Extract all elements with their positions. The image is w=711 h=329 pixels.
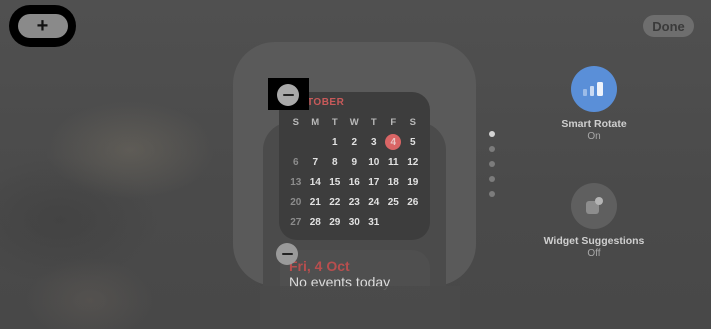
up-next-date: Fri, 4 Oct (289, 258, 350, 274)
calendar-day: 20 (290, 196, 302, 208)
weekday-label: T (331, 116, 338, 128)
stack-rotate-icon (571, 66, 617, 112)
calendar-day: 26 (407, 196, 419, 208)
calendar-day: 24 (368, 196, 380, 208)
calendar-day: 30 (348, 216, 360, 228)
calendar-day (306, 132, 326, 152)
calendar-day (384, 212, 404, 232)
done-button[interactable]: Done (643, 15, 694, 37)
calendar-day: 17 (368, 176, 380, 188)
remove-up-next-widget-button[interactable] (276, 243, 298, 265)
calendar-day: 5 (409, 136, 416, 148)
page-dots[interactable] (489, 131, 495, 206)
calendar-day: 19 (407, 176, 419, 188)
minus-icon (282, 94, 294, 96)
weekday-label: T (370, 116, 377, 128)
widget-suggestions-icon (571, 183, 617, 229)
calendar-day: 12 (407, 156, 419, 168)
widget-suggestions-option[interactable]: Widget Suggestions Off (534, 183, 654, 259)
weekday-label: S (409, 116, 416, 128)
plus-icon: + (17, 14, 68, 38)
calendar-day: 15 (329, 176, 341, 188)
weekday-label: S (292, 116, 299, 128)
calendar-day: 27 (290, 216, 302, 228)
calendar-day: 7 (312, 156, 319, 168)
calendar-day-today: 4 (384, 132, 404, 152)
calendar-day: 6 (292, 156, 299, 168)
calendar-day (286, 132, 306, 152)
smart-rotate-option[interactable]: Smart Rotate On (534, 66, 654, 142)
calendar-day: 31 (368, 216, 380, 228)
weekday-label: W (349, 116, 359, 128)
calendar-day: 14 (309, 176, 321, 188)
calendar-day: 25 (387, 196, 399, 208)
page-dot[interactable] (489, 131, 495, 137)
widget-suggestions-value: Off (587, 248, 601, 259)
calendar-day: 11 (387, 156, 399, 168)
page-dot[interactable] (489, 146, 495, 152)
bottom-fade (260, 286, 460, 329)
calendar-day: 8 (331, 156, 338, 168)
calendar-day: 1 (331, 136, 338, 148)
calendar-day: 28 (309, 216, 321, 228)
calendar-grid: S M T W T F S 1 2 3 4 5 6 7 8 9 10 11 12 13 14 15 16 17 18 19 20 21… (286, 112, 422, 232)
calendar-day: 22 (329, 196, 341, 208)
remove-calendar-widget-button[interactable] (277, 84, 299, 106)
minus-icon (281, 253, 293, 255)
calendar-day: 29 (329, 216, 341, 228)
calendar-day (403, 212, 423, 232)
page-dot[interactable] (489, 191, 495, 197)
calendar-day: 21 (309, 196, 321, 208)
weekday-label: M (311, 116, 320, 128)
calendar-day: 18 (387, 176, 399, 188)
smart-rotate-title: Smart Rotate (561, 118, 627, 130)
calendar-day: 9 (351, 156, 358, 168)
add-widget-button[interactable]: + (9, 5, 76, 47)
today-marker: 4 (385, 134, 402, 150)
page-dot[interactable] (489, 161, 495, 167)
calendar-day: 16 (348, 176, 360, 188)
calendar-day: 13 (290, 176, 302, 188)
calendar-day: 3 (370, 136, 377, 148)
page-dot[interactable] (489, 176, 495, 182)
smart-rotate-value: On (587, 131, 601, 142)
weekday-label: F (390, 116, 397, 128)
calendar-day: 10 (368, 156, 380, 168)
calendar-day: 23 (348, 196, 360, 208)
widget-suggestions-title: Widget Suggestions (543, 235, 645, 247)
calendar-day: 2 (351, 136, 358, 148)
